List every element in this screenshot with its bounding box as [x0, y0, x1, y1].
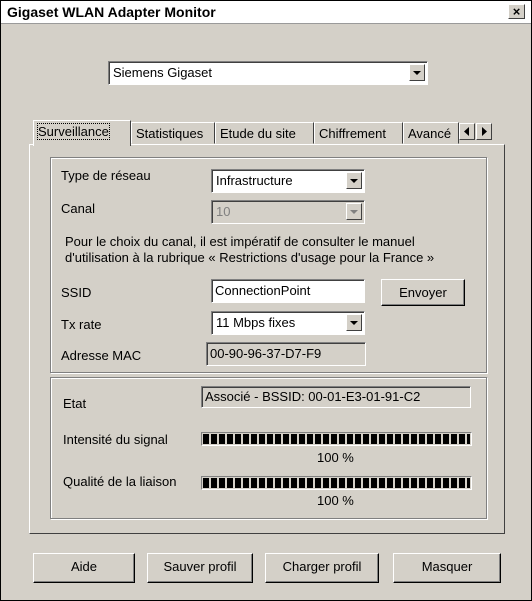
tab-chiffrement[interactable]: Chiffrement	[314, 122, 403, 144]
txrate-select[interactable]: 11 Mbps fixes	[211, 311, 365, 335]
status-group: Etat Associé - BSSID: 00-01-E3-01-91-C2 …	[50, 377, 487, 519]
tab-scroll-left-button[interactable]	[459, 123, 475, 140]
signal-strength-meter	[201, 432, 472, 446]
state-field: Associé - BSSID: 00-01-E3-01-91-C2	[201, 386, 471, 408]
save-profile-button-label: Sauver profil	[163, 559, 237, 574]
link-percent-text: 100 %	[317, 493, 354, 508]
mac-value: 00-90-96-37-D7-F9	[210, 346, 322, 361]
state-label: Etat	[63, 396, 87, 411]
channel-notice-line1: Pour le choix du canal, il est impératif…	[65, 234, 415, 249]
signal-strength-fill	[203, 434, 470, 444]
chevron-down-icon[interactable]	[346, 314, 362, 331]
tab-statistiques[interactable]: Statistiques	[131, 122, 215, 144]
ssid-label: SSID	[61, 285, 92, 300]
load-profile-button[interactable]: Charger profil	[265, 553, 379, 583]
hide-button[interactable]: Masquer	[393, 553, 501, 583]
config-group: Type de réseau Infrastructure Canal 10 P…	[50, 157, 487, 373]
chevron-down-icon[interactable]	[346, 172, 362, 189]
chevron-down-icon[interactable]	[409, 64, 425, 81]
tab-panel: Type de réseau Infrastructure Canal 10 P…	[29, 144, 505, 534]
tab-label: Avancé	[408, 126, 452, 141]
channel-label: Canal	[61, 201, 95, 216]
network-type-label: Type de réseau	[61, 168, 151, 183]
txrate-value: 11 Mbps fixes	[216, 315, 296, 330]
tab-label: Chiffrement	[319, 126, 386, 141]
tab-label: Surveillance	[37, 123, 110, 140]
state-value: Associé - BSSID: 00-01-E3-01-91-C2	[205, 389, 421, 404]
app-window: Gigaset WLAN Adapter Monitor × Siemens G…	[0, 0, 532, 601]
adapter-select[interactable]: Siemens Gigaset	[108, 61, 428, 85]
network-type-value: Infrastructure	[216, 173, 293, 188]
ssid-input[interactable]: ConnectionPoint	[211, 279, 365, 303]
ssid-value: ConnectionPoint	[215, 283, 311, 298]
mac-field: 00-90-96-37-D7-F9	[206, 342, 366, 366]
arrow-left-icon	[464, 127, 469, 136]
tab-scroll-right-button[interactable]	[476, 123, 492, 140]
tab-label: Statistiques	[136, 126, 204, 141]
txrate-label: Tx rate	[61, 317, 102, 332]
save-profile-button[interactable]: Sauver profil	[147, 553, 253, 583]
tab-label: Etude du site	[220, 126, 296, 141]
arrow-right-icon	[482, 127, 487, 136]
channel-select[interactable]: 10	[211, 200, 365, 224]
help-button-label: Aide	[70, 559, 98, 574]
adapter-select-value: Siemens Gigaset	[113, 65, 212, 80]
channel-notice-line2: d'utilisation à la rubrique « Restrictio…	[65, 250, 435, 265]
close-button[interactable]: ×	[508, 4, 525, 19]
load-profile-button-label: Charger profil	[282, 559, 362, 574]
link-quality-fill	[203, 478, 470, 488]
signal-percent-text: 100 %	[317, 450, 354, 465]
window-title: Gigaset WLAN Adapter Monitor	[7, 4, 216, 20]
send-button-label: Envoyer	[399, 285, 447, 300]
send-button[interactable]: Envoyer	[381, 279, 465, 306]
tab-surveillance[interactable]: Surveillance	[33, 120, 131, 146]
tab-etude-du-site[interactable]: Etude du site	[215, 122, 314, 144]
tab-avance[interactable]: Avancé	[403, 122, 459, 144]
hide-button-label: Masquer	[421, 559, 473, 574]
chevron-down-icon	[346, 203, 362, 220]
link-quality-label: Qualité de la liaison	[63, 474, 177, 489]
channel-value: 10	[216, 204, 231, 219]
network-type-select[interactable]: Infrastructure	[211, 169, 365, 193]
mac-label: Adresse MAC	[61, 348, 142, 363]
title-bar[interactable]: Gigaset WLAN Adapter Monitor ×	[1, 1, 531, 24]
signal-label: Intensité du signal	[63, 432, 168, 447]
link-quality-meter	[201, 476, 472, 490]
help-button[interactable]: Aide	[33, 553, 135, 583]
